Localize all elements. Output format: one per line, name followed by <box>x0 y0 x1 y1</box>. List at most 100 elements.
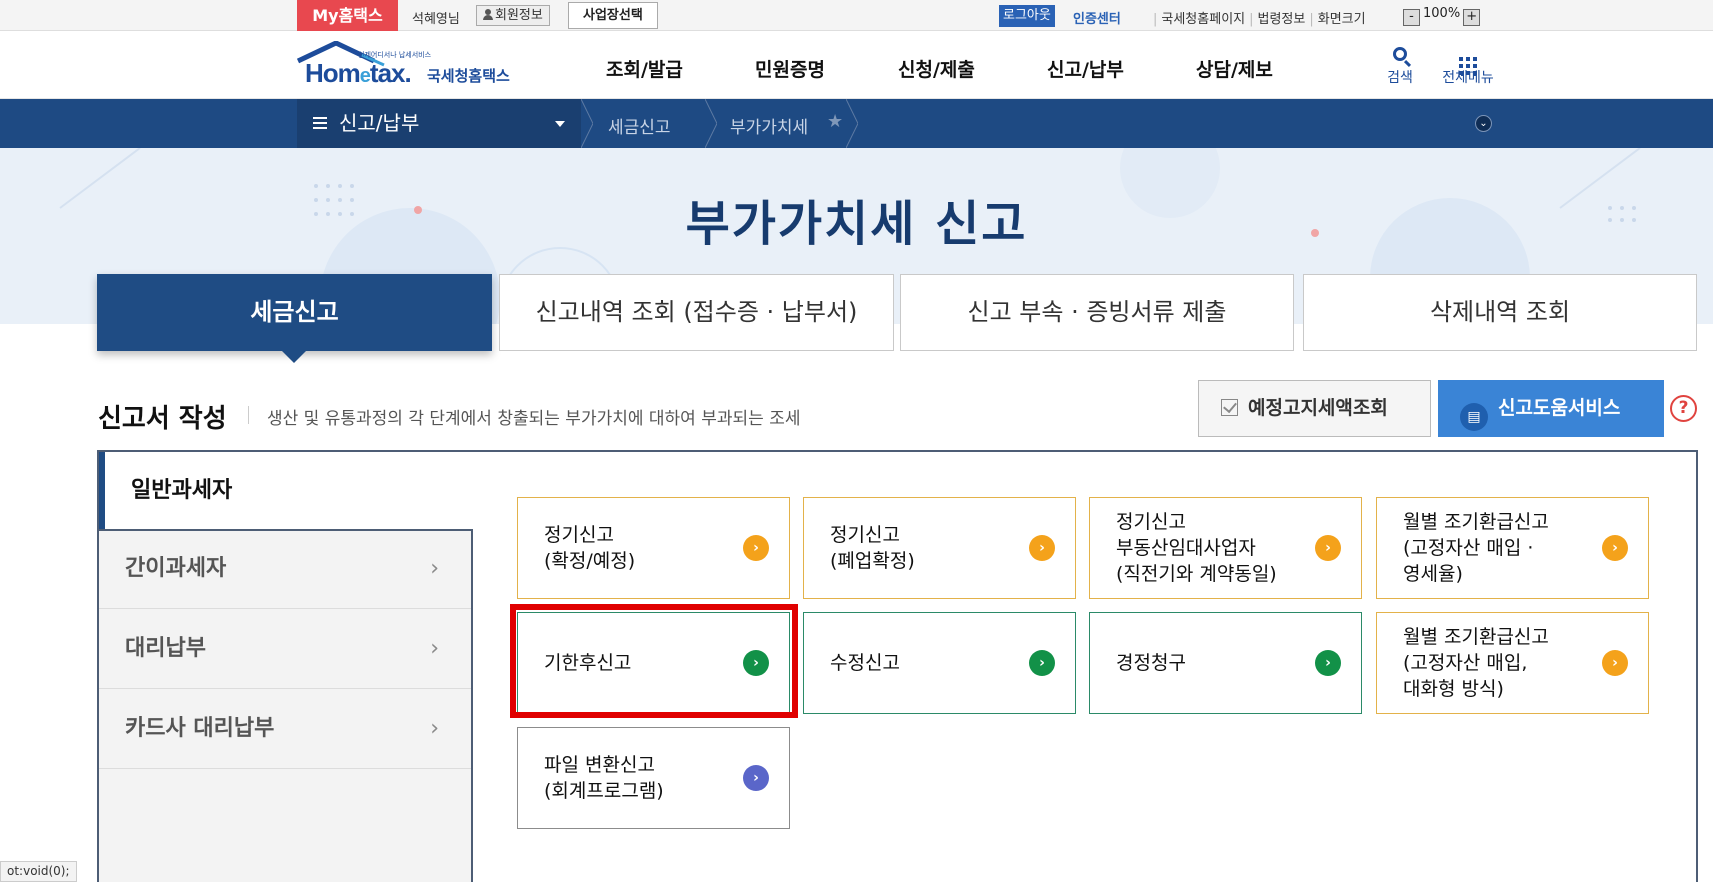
card-subtitle: (직전기와 계약동일) <box>1116 563 1277 585</box>
tab-deleted-history[interactable]: 삭제내역 조회 <box>1303 274 1697 351</box>
zoom-in-button[interactable]: + <box>1463 9 1481 26</box>
tab-report-history[interactable]: 신고내역 조회 (접수증 · 납부서) <box>499 274 894 351</box>
page-title: 부가가치세 신고 <box>685 196 1028 252</box>
card-amended-report[interactable]: 수정신고 › <box>803 612 1076 714</box>
status-bar-url: ot:void(0); <box>0 861 77 882</box>
active-tab-pointer <box>281 350 307 363</box>
auth-center-link[interactable]: 인증센터 <box>1073 8 1121 27</box>
card-monthly-early-refund[interactable]: 월별 조기환급신고 (고정자산 매입 · 영세율) › <box>1376 497 1649 599</box>
favorite-star-icon[interactable]: ★ <box>827 111 843 132</box>
chevron-right-icon: › <box>430 716 439 741</box>
card-title: 월별 조기환급신고 <box>1403 511 1549 533</box>
section-description: 생산 및 유통과정의 각 단계에서 창출되는 부가가치에 대하여 부과되는 조세 <box>267 409 801 429</box>
card-regular-report-real-estate[interactable]: 정기신고 부동산임대사업자 (직전기와 계약동일) › <box>1089 497 1362 599</box>
nav-civil-certificate[interactable]: 민원증명 <box>755 55 825 82</box>
sidebar-item-label: 간이과세자 <box>125 556 227 581</box>
prenotice-tax-label: 예정고지세액조회 <box>1248 397 1388 419</box>
utility-bar: My홈택스 석혜영님 회원정보 사업장선택 로그아웃 인증센터 | 국세청홈페이지… <box>0 0 1713 31</box>
report-help-service-label: 신고도움서비스 <box>1498 397 1621 419</box>
logo-wordmark-hom: Hom <box>305 58 361 88</box>
sidebar-item-label: 카드사 대리납부 <box>125 716 275 741</box>
card-subtitle: (회계프로그램) <box>544 780 664 802</box>
nav-report-payment[interactable]: 신고/납부 <box>1047 55 1124 82</box>
logout-button[interactable]: 로그아웃 <box>999 5 1055 27</box>
arrow-right-icon: › <box>1315 650 1341 676</box>
card-regular-report-closure[interactable]: 정기신고 (폐업확정) › <box>803 497 1076 599</box>
card-subtitle: (고정자산 매입, <box>1403 652 1528 674</box>
nav-inquiry-issue[interactable]: 조회/발급 <box>606 55 683 82</box>
search-icon <box>1393 47 1407 61</box>
caret-down-icon <box>555 121 565 127</box>
member-info-label: 회원정보 <box>495 8 543 23</box>
arrow-right-icon: › <box>1602 650 1628 676</box>
breadcrumb-expand-icon[interactable]: ⌄ <box>1475 115 1492 132</box>
all-menu-label: 전체메뉴 <box>1442 70 1494 86</box>
chevron-right-icon: › <box>430 556 439 581</box>
my-hometax-link[interactable]: My홈택스 <box>297 0 398 31</box>
card-title: 정기신고 <box>544 524 614 546</box>
search-label: 검색 <box>1387 70 1413 86</box>
breadcrumb-bar: 신고/납부 세금신고 부가가치세 ★ ⌄ <box>0 99 1713 148</box>
hamburger-icon <box>313 117 327 129</box>
hometax-logo[interactable]: 언제어디서나 납세서비스 Hometax. 국세청홈택스 <box>296 41 536 89</box>
logo-wordmark-e: e <box>359 65 371 87</box>
arrow-right-icon: › <box>743 765 769 791</box>
tab-tax-report[interactable]: 세금신고 <box>97 274 492 351</box>
user-name: 석혜영님 <box>412 12 460 27</box>
breadcrumb-menu-label: 신고/납부 <box>339 111 420 135</box>
all-menu-button[interactable]: 전체메뉴 <box>1438 43 1498 87</box>
search-button[interactable]: 검색 <box>1370 43 1430 87</box>
checkbox-icon <box>1221 399 1238 416</box>
card-regular-report[interactable]: 정기신고 (확정/예정) › <box>517 497 790 599</box>
arrow-right-icon: › <box>1029 535 1055 561</box>
section-divider <box>248 406 249 424</box>
site-header: 언제어디서나 납세서비스 Hometax. 국세청홈택스 조회/발급 민원증명 … <box>0 31 1713 99</box>
card-title: 정기신고 <box>830 524 900 546</box>
sidebar-item-proxy-payment[interactable]: 대리납부 › <box>99 609 471 689</box>
tab-attachment-submit[interactable]: 신고 부속 · 증빙서류 제출 <box>900 274 1294 351</box>
report-help-service-button[interactable]: ▤ 신고도움서비스 <box>1438 380 1664 437</box>
nav-consult-report[interactable]: 상담/제보 <box>1196 55 1273 82</box>
card-title: 정기신고 <box>1116 511 1186 533</box>
screen-size-label: 화면크기 <box>1317 12 1366 27</box>
utility-links: | 국세청홈페이지 | 법령정보 | 화면크기 <box>1149 8 1366 27</box>
sidebar-item-general-taxpayer[interactable]: 일반과세자 <box>99 452 473 529</box>
card-subtitle: 대화형 방식) <box>1403 678 1504 700</box>
zoom-control: -100% + <box>1403 6 1481 26</box>
person-icon <box>483 9 493 20</box>
breadcrumb-separator-icon <box>705 99 717 148</box>
card-title: 수정신고 <box>830 652 900 674</box>
logo-korean-name: 국세청홈택스 <box>427 67 510 85</box>
card-subtitle: (확정/예정) <box>544 550 636 572</box>
logo-wordmark: Hometax. <box>305 58 412 89</box>
breadcrumb-separator-icon <box>581 99 593 148</box>
card-correction-claim[interactable]: 경정청구 › <box>1089 612 1362 714</box>
link-separator: | <box>1249 12 1254 27</box>
breadcrumb-item-tax-report[interactable]: 세금신고 <box>608 113 671 138</box>
highlight-box <box>510 604 798 718</box>
chevron-right-icon: › <box>430 636 439 661</box>
card-file-conversion-report[interactable]: 파일 변환신고 (회계프로그램) › <box>517 727 790 829</box>
card-subtitle: 영세율) <box>1403 563 1463 585</box>
business-select-button[interactable]: 사업장선택 <box>568 2 658 29</box>
section-title: 신고서 작성 <box>98 404 227 434</box>
breadcrumb-item-vat[interactable]: 부가가치세 <box>730 113 808 138</box>
arrow-right-icon: › <box>1602 535 1628 561</box>
card-title: 파일 변환신고 <box>544 754 655 776</box>
card-subtitle: (고정자산 매입 · <box>1403 537 1534 559</box>
logo-wordmark-tax: tax. <box>369 58 412 88</box>
prenotice-tax-button[interactable]: 예정고지세액조회 <box>1198 380 1431 437</box>
card-subtitle: (폐업확정) <box>830 550 915 572</box>
sidebar-item-card-proxy-payment[interactable]: 카드사 대리납부 › <box>99 689 471 769</box>
sidebar-item-simplified-taxpayer[interactable]: 간이과세자 › <box>99 529 471 609</box>
nts-homepage-link[interactable]: 국세청홈페이지 <box>1161 12 1245 27</box>
card-title: 경정청구 <box>1116 652 1186 674</box>
zoom-out-button[interactable]: - <box>1403 9 1420 26</box>
breadcrumb-menu-dropdown[interactable]: 신고/납부 <box>297 99 581 148</box>
member-info-button[interactable]: 회원정보 <box>476 5 550 26</box>
card-monthly-early-refund-interactive[interactable]: 월별 조기환급신고 (고정자산 매입, 대화형 방식) › <box>1376 612 1649 714</box>
help-question-icon[interactable]: ? <box>1670 395 1697 422</box>
law-info-link[interactable]: 법령정보 <box>1258 12 1306 27</box>
nav-application-submit[interactable]: 신청/제출 <box>898 55 975 82</box>
card-subtitle: 부동산임대사업자 <box>1116 537 1256 559</box>
